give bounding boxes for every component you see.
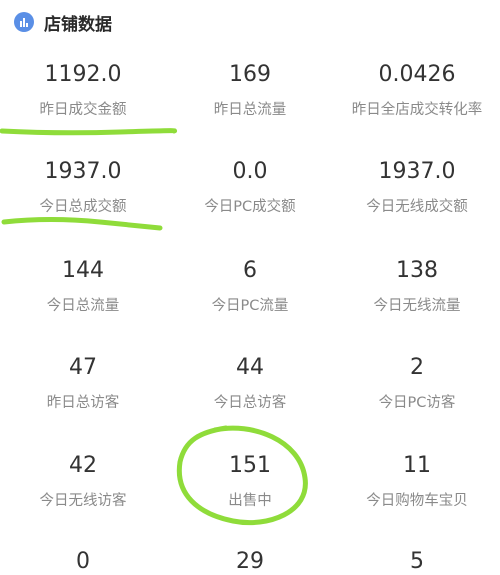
stat-value: 44 <box>236 355 264 380</box>
stat-label: 今日购物车宝贝 <box>366 493 468 509</box>
stat-label: 出售中 <box>228 493 272 509</box>
stat-label: 今日无线流量 <box>373 298 461 314</box>
stat-yesterday-sales[interactable]: 1192.0 昨日成交金额 <box>0 62 166 120</box>
stat-value: 1937.0 <box>44 159 122 184</box>
stat-row6-col2[interactable]: 29 <box>167 549 333 575</box>
stat-today-visitors[interactable]: 44 今日总访客 <box>167 355 333 413</box>
stat-label: 昨日全店成交转化率 <box>351 102 483 118</box>
stat-value: 138 <box>396 258 438 283</box>
stat-value: 0.0 <box>232 159 268 184</box>
stat-today-mobile-sales[interactable]: 1937.0 今日无线成交额 <box>334 159 500 217</box>
underline-today-total-sales <box>1 217 163 231</box>
stat-value: 42 <box>69 453 97 478</box>
stat-row6-col1[interactable]: 0 <box>0 549 166 575</box>
stat-label: 昨日成交金额 <box>39 102 127 118</box>
stat-row6-col3[interactable]: 5 <box>334 549 500 575</box>
stat-value: 0.0426 <box>378 62 456 87</box>
stat-value: 2 <box>410 355 424 380</box>
stat-today-pc-visitors[interactable]: 2 今日PC访客 <box>334 355 500 413</box>
stat-yesterday-visitors[interactable]: 47 昨日总访客 <box>0 355 166 413</box>
stat-on-sale[interactable]: 151 出售中 <box>167 453 333 511</box>
stat-label: 今日无线访客 <box>39 493 127 509</box>
stat-label: 今日总访客 <box>213 395 287 411</box>
stat-today-pc-sales[interactable]: 0.0 今日PC成交额 <box>167 159 333 217</box>
section-title: 店铺数据 <box>44 14 112 35</box>
stat-today-cart-items[interactable]: 11 今日购物车宝贝 <box>334 453 500 511</box>
stat-today-total-traffic[interactable]: 144 今日总流量 <box>0 258 166 316</box>
stat-value: 0 <box>76 549 90 574</box>
stat-today-pc-traffic[interactable]: 6 今日PC流量 <box>167 258 333 316</box>
stat-label: 今日PC成交额 <box>204 199 296 215</box>
stat-label: 今日无线成交额 <box>366 199 468 215</box>
stat-value: 144 <box>62 258 104 283</box>
stat-today-mobile-traffic[interactable]: 138 今日无线流量 <box>334 258 500 316</box>
stat-label: 昨日总流量 <box>213 102 287 118</box>
stat-value: 1192.0 <box>44 62 122 87</box>
stat-value: 6 <box>243 258 257 283</box>
stat-value: 1937.0 <box>378 159 456 184</box>
stat-today-mobile-visitors[interactable]: 42 今日无线访客 <box>0 453 166 511</box>
underline-yesterday-sales <box>0 128 177 136</box>
stat-yesterday-conversion[interactable]: 0.0426 昨日全店成交转化率 <box>334 62 500 120</box>
stat-value: 151 <box>229 453 271 478</box>
bar-chart-icon <box>14 12 34 32</box>
stat-today-total-sales[interactable]: 1937.0 今日总成交额 <box>0 159 166 217</box>
stat-value: 47 <box>69 355 97 380</box>
stat-value: 11 <box>403 453 431 478</box>
stat-value: 5 <box>410 549 424 574</box>
stat-value: 169 <box>229 62 271 87</box>
stat-label: 今日PC访客 <box>378 395 456 411</box>
stat-label: 昨日总访客 <box>46 395 120 411</box>
stat-label: 今日总成交额 <box>39 199 127 215</box>
section-header: 店铺数据 <box>0 0 500 44</box>
stat-label: 今日PC流量 <box>211 298 289 314</box>
stat-yesterday-traffic[interactable]: 169 昨日总流量 <box>167 62 333 120</box>
stat-label: 今日总流量 <box>46 298 120 314</box>
stat-value: 29 <box>236 549 264 574</box>
